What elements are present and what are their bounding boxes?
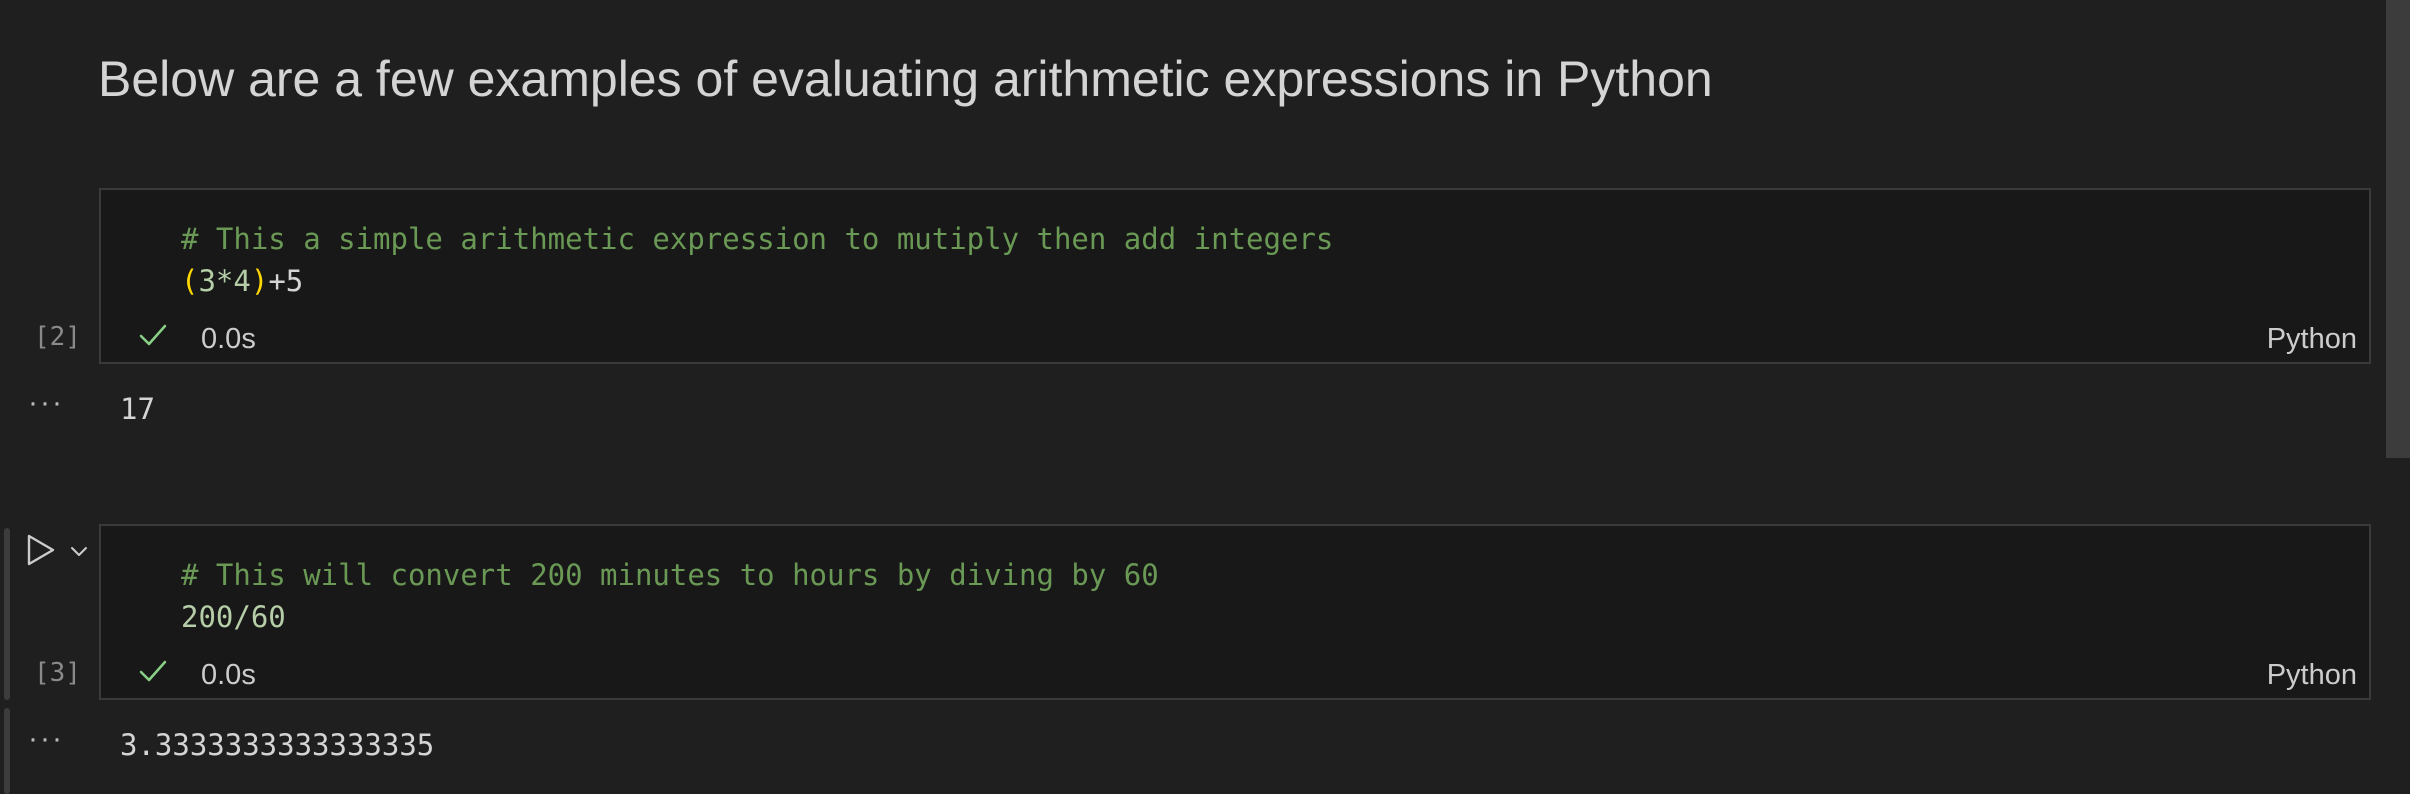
code-cell-editor[interactable]: # This a simple arithmetic expression to… bbox=[99, 188, 2371, 364]
code-inner: 3*4 bbox=[198, 264, 251, 298]
code-paren-close: ) bbox=[250, 264, 269, 298]
run-icon[interactable] bbox=[24, 532, 58, 568]
execution-time: 0.0s bbox=[201, 323, 256, 355]
markdown-heading: Below are a few examples of evaluating a… bbox=[98, 51, 1713, 107]
output-menu-icon[interactable]: ··· bbox=[28, 722, 64, 756]
cell-focus-indicator bbox=[4, 528, 10, 700]
kernel-language[interactable]: Python bbox=[2267, 659, 2357, 692]
output-focus-indicator bbox=[4, 708, 10, 794]
cell-output: 17 bbox=[120, 392, 155, 426]
check-icon bbox=[139, 660, 167, 682]
chevron-down-icon[interactable] bbox=[68, 540, 90, 562]
code-cell-editor[interactable]: # This will convert 200 minutes to hours… bbox=[99, 524, 2371, 700]
cell-output: 3.3333333333333335 bbox=[120, 728, 435, 762]
scrollbar-thumb[interactable] bbox=[2386, 0, 2410, 458]
execution-time: 0.0s bbox=[201, 659, 256, 691]
execution-count: [2] bbox=[34, 322, 81, 352]
output-menu-icon[interactable]: ··· bbox=[28, 386, 64, 420]
code-rest: +5 bbox=[268, 264, 304, 298]
code-expression: (3*4)+5 bbox=[181, 264, 303, 298]
execution-count: [3] bbox=[34, 658, 81, 688]
code-comment: # This will convert 200 minutes to hours… bbox=[181, 558, 1159, 592]
kernel-language[interactable]: Python bbox=[2267, 323, 2357, 356]
code-comment: # This a simple arithmetic expression to… bbox=[181, 222, 1334, 256]
code-paren-open: ( bbox=[181, 264, 199, 298]
code-expression: 200/60 bbox=[181, 600, 286, 634]
check-icon bbox=[139, 324, 167, 346]
